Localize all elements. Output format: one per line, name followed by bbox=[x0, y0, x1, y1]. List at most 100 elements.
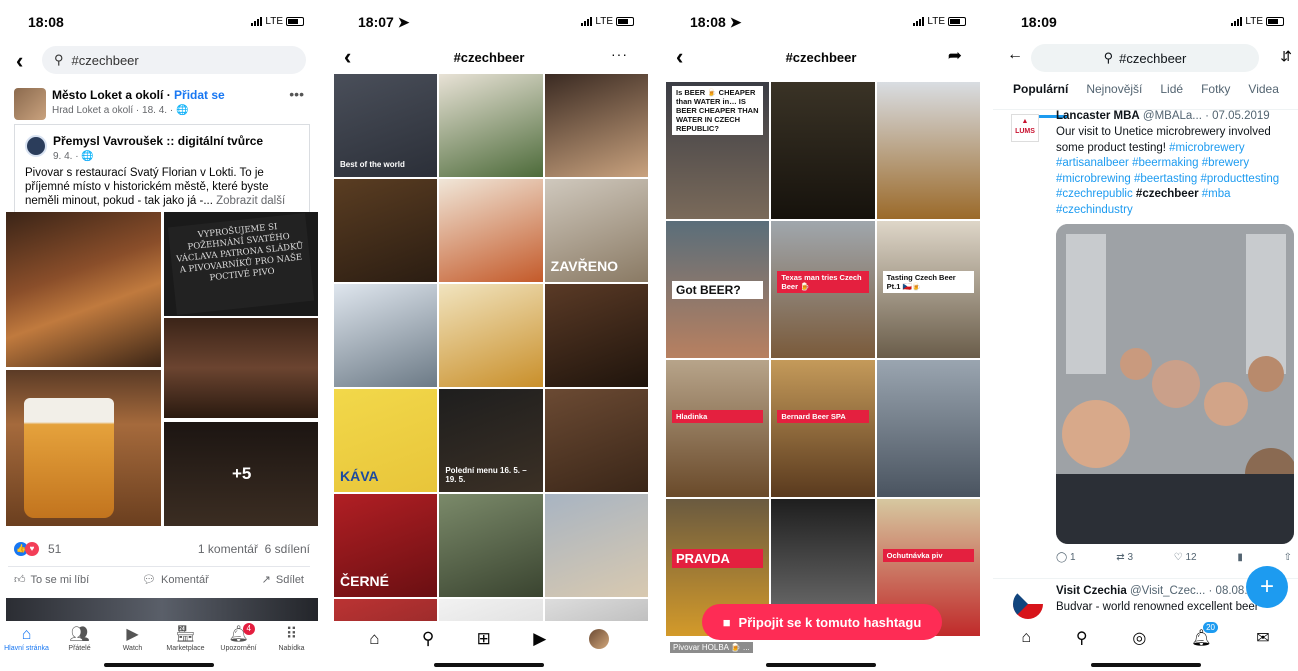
photo-interior[interactable] bbox=[164, 318, 318, 418]
hashtag-title: #czechbeer bbox=[785, 50, 857, 65]
hashtag-link[interactable]: #mba bbox=[1202, 188, 1231, 200]
share-icon[interactable]: ⇧ bbox=[1284, 552, 1292, 563]
photo-more[interactable]: +5 bbox=[164, 422, 318, 526]
page-name[interactable]: Město Loket a okolí bbox=[52, 88, 163, 102]
join-hashtag-button[interactable]: ■ Připojit se k tomuto hashtagu bbox=[702, 604, 942, 640]
search-icon[interactable]: ⚲ bbox=[1076, 628, 1088, 648]
video-thumbnail[interactable]: Is BEER 🍺 CHEAPER than WATER in… IS BEER… bbox=[666, 82, 770, 219]
retweet-button[interactable]: ⇄ 3 bbox=[1116, 552, 1133, 563]
video-thumbnail[interactable]: Bernard Beer SPA bbox=[771, 360, 875, 497]
comment-count[interactable]: 1 komentář bbox=[198, 542, 258, 556]
video-thumbnail[interactable] bbox=[876, 360, 980, 497]
search-input[interactable]: ⚲ #czechbeer bbox=[42, 46, 306, 74]
back-arrow-icon[interactable]: ← bbox=[1007, 46, 1023, 64]
video-caption: Pivovar HOLBA 🍺 ... bbox=[670, 642, 753, 653]
grid-post[interactable] bbox=[439, 179, 543, 282]
spaces-icon[interactable]: ◎ bbox=[1132, 628, 1146, 648]
profile-avatar[interactable] bbox=[588, 629, 609, 649]
grid-post[interactable] bbox=[334, 284, 438, 387]
video-thumbnail[interactable] bbox=[876, 82, 980, 219]
reply-button[interactable]: ◯ 1 bbox=[1056, 552, 1076, 563]
analytics-icon[interactable]: ▮ bbox=[1237, 552, 1243, 563]
video-thumbnail[interactable]: Tasting Czech Beer Pt.1 🇨🇿🍺 bbox=[876, 221, 980, 358]
tab-marketplace[interactable]: 🏪︎ Marketplace bbox=[160, 625, 212, 652]
photo-brewhouse[interactable] bbox=[6, 212, 161, 367]
tab-home[interactable]: ⌂ Hlavní stránka bbox=[1, 625, 53, 652]
shared-post-card[interactable]: Přemysl Vavroušek :: digitální tvůrce 9.… bbox=[14, 124, 310, 212]
hashtag-link[interactable]: #microbrewery bbox=[1169, 142, 1244, 154]
tweet-photo[interactable] bbox=[1056, 224, 1294, 544]
share-count[interactable]: 6 sdílení bbox=[265, 542, 310, 556]
grid-post[interactable]: Polední menu 16. 5. – 19. 5. bbox=[439, 389, 543, 492]
hashtag-link[interactable]: #brewery bbox=[1202, 157, 1249, 169]
author-avatar[interactable] bbox=[1013, 589, 1043, 619]
author-avatar[interactable] bbox=[25, 135, 47, 157]
like-button[interactable]: 👍︎ To se mi líbí bbox=[14, 573, 89, 587]
page-avatar[interactable] bbox=[14, 88, 46, 120]
hashtag-link[interactable]: #beermaking bbox=[1132, 157, 1198, 169]
compose-button[interactable]: + bbox=[1246, 566, 1288, 608]
share-button[interactable]: ↗ Sdílet bbox=[262, 573, 304, 587]
reaction-count[interactable]: 51 bbox=[48, 542, 61, 556]
share-icon[interactable]: ➦ bbox=[948, 46, 962, 66]
video-camera-icon: ■ bbox=[722, 614, 731, 630]
grid-post[interactable] bbox=[439, 284, 543, 387]
hashtag-link[interactable]: #czechindustry bbox=[1056, 204, 1133, 216]
like-button[interactable]: ♡ 12 bbox=[1174, 552, 1197, 563]
grid-post[interactable] bbox=[544, 389, 648, 492]
comment-button[interactable]: 💬︎ Komentář bbox=[142, 573, 209, 587]
hashtag-link[interactable]: #producttesting bbox=[1200, 173, 1279, 185]
notifications-icon[interactable]: 🔔︎ 20 bbox=[1191, 622, 1218, 648]
video-thumbnail[interactable]: Hladinka bbox=[666, 360, 770, 497]
tab-photos[interactable]: Fotky bbox=[1201, 80, 1230, 109]
shared-author[interactable]: Přemysl Vavroušek :: digitální tvůrce bbox=[53, 134, 263, 148]
home-icon[interactable]: ⌂ bbox=[1021, 629, 1031, 647]
author-name[interactable]: Visit Czechia bbox=[1056, 585, 1127, 597]
grid-post[interactable] bbox=[439, 494, 543, 597]
reels-icon[interactable]: ▶ bbox=[533, 629, 546, 649]
hashtag-link[interactable]: #czechrepublic bbox=[1056, 188, 1133, 200]
more-options-icon[interactable]: ··· bbox=[611, 46, 628, 62]
author-avatar[interactable]: ▲ LUMS bbox=[1011, 114, 1039, 142]
back-icon[interactable]: ‹ bbox=[16, 48, 23, 74]
author-handle: @Visit_Czec... · 08.08.20 bbox=[1129, 585, 1261, 597]
grid-post[interactable]: KÁVA bbox=[334, 389, 438, 492]
grid-post[interactable]: ZAVŘENO bbox=[544, 179, 648, 282]
tab-popular[interactable]: Populární bbox=[1013, 80, 1069, 118]
search-icon[interactable]: ⚲ bbox=[422, 629, 434, 649]
tweet[interactable]: ▲ LUMS Lancaster MBA @MBALa... · 07.05.20… bbox=[993, 110, 1298, 576]
grid-post[interactable] bbox=[334, 179, 438, 282]
tab-videos[interactable]: Videa bbox=[1248, 80, 1278, 109]
post-overlay-text: ZAVŘENO bbox=[550, 258, 619, 274]
tab-latest[interactable]: Nejnovější bbox=[1086, 80, 1142, 109]
grid-post[interactable] bbox=[544, 494, 648, 597]
tab-friends[interactable]: 👥︎ Přátelé bbox=[54, 625, 106, 652]
tab-people[interactable]: Lidé bbox=[1160, 80, 1183, 109]
tab-notifications[interactable]: 🔔︎ 4 Upozornění bbox=[213, 623, 265, 652]
grid-post[interactable] bbox=[439, 74, 543, 177]
filter-icon[interactable]: ⇵ bbox=[1280, 48, 1292, 65]
tab-watch[interactable]: ▶ Watch bbox=[107, 625, 159, 652]
join-link[interactable]: Přidat se bbox=[174, 88, 225, 102]
grid-post[interactable] bbox=[544, 284, 648, 387]
hashtag-link[interactable]: #czechbeer bbox=[1136, 188, 1199, 200]
grid-post[interactable]: Best of the world bbox=[334, 74, 438, 177]
video-thumbnail[interactable]: Got BEER? bbox=[666, 221, 770, 358]
tab-menu[interactable]: ⠿ Nabídka bbox=[266, 625, 318, 652]
author-name[interactable]: Lancaster MBA bbox=[1056, 110, 1140, 122]
home-icon[interactable]: ⌂ bbox=[369, 629, 379, 649]
hashtag-link[interactable]: #artisanalbeer bbox=[1056, 157, 1129, 169]
more-options-icon[interactable]: ••• bbox=[289, 86, 304, 102]
video-thumbnail[interactable]: Texas man tries Czech Beer 🍺 bbox=[771, 221, 875, 358]
photo-chalkboard[interactable]: VYPROŠUJEME SI POŽEHNÁNÍ SVATÉHO VÁCLAVA… bbox=[164, 212, 318, 316]
grid-post[interactable]: ČERNÉ bbox=[334, 494, 438, 597]
grid-post[interactable] bbox=[544, 74, 648, 177]
messages-icon[interactable]: ✉ bbox=[1256, 628, 1269, 648]
create-icon[interactable]: ⊞ bbox=[477, 629, 491, 649]
search-input[interactable]: ⚲ #czechbeer bbox=[1031, 44, 1259, 72]
hashtag-link[interactable]: #microbrewing bbox=[1056, 173, 1131, 185]
video-thumbnail[interactable] bbox=[771, 82, 875, 219]
photo-beer-glass[interactable] bbox=[6, 370, 161, 526]
hashtag-link[interactable]: #beertasting bbox=[1134, 173, 1197, 185]
see-more-link[interactable]: Zobrazit další bbox=[216, 195, 285, 207]
